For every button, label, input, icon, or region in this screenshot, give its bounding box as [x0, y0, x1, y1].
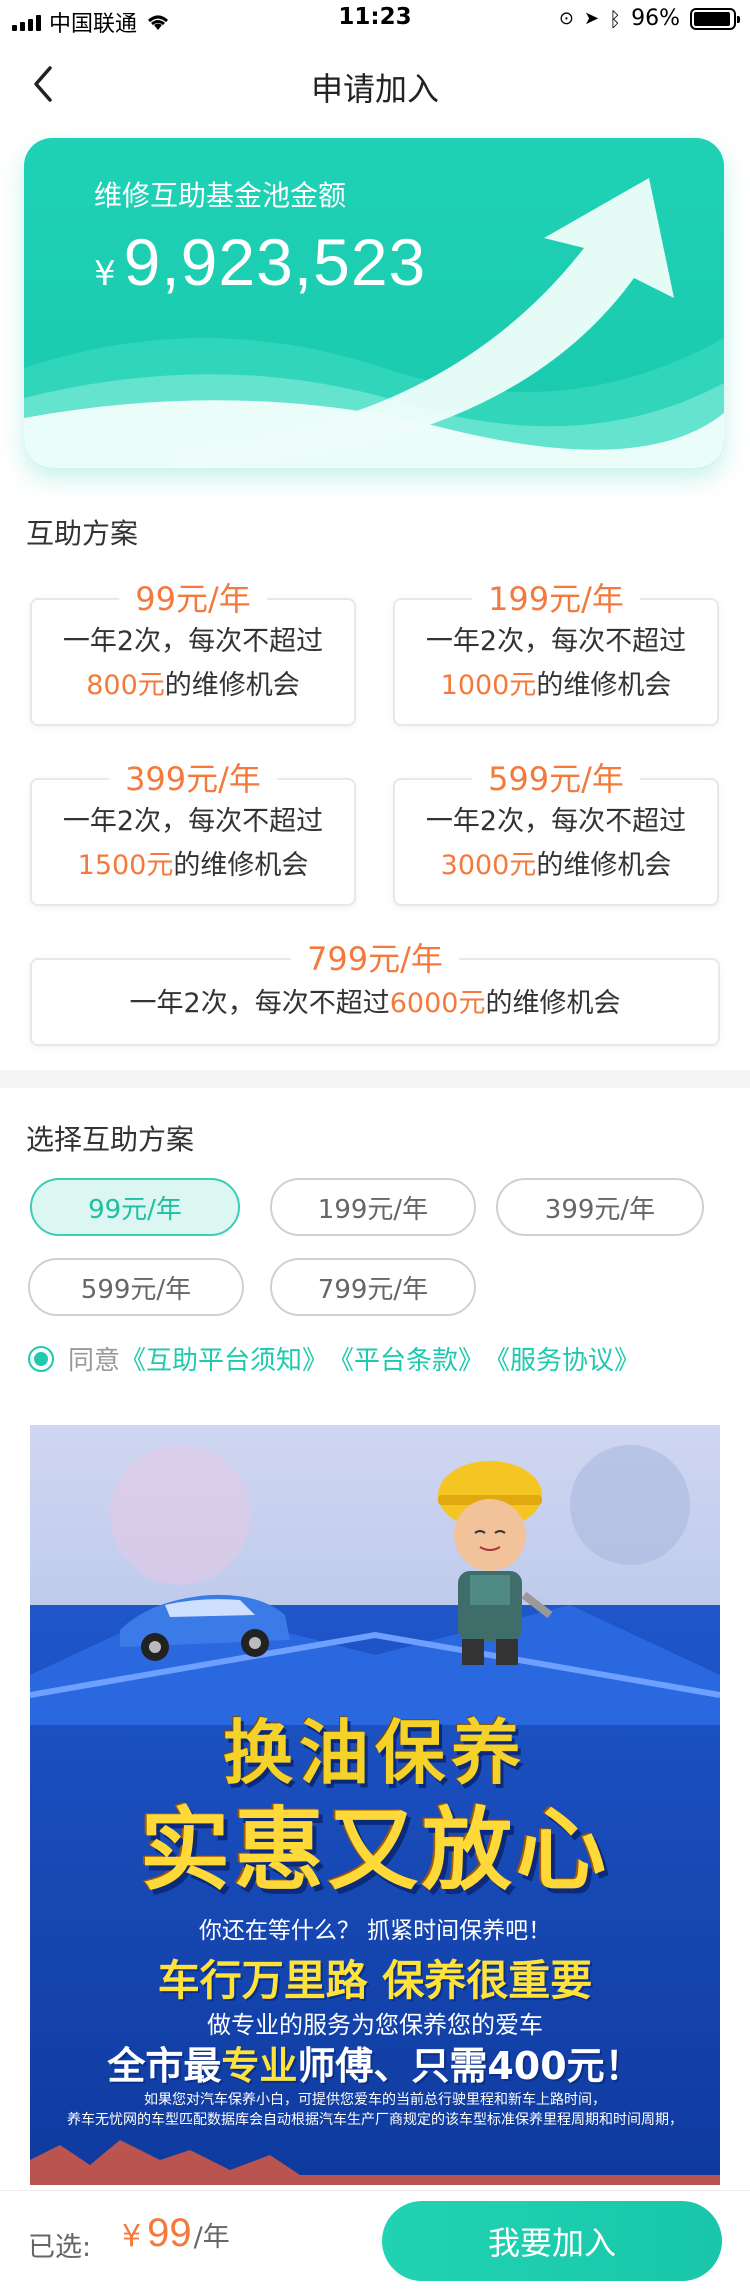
- fund-currency: ¥: [94, 254, 116, 294]
- poster-headline-2: 实惠又放心: [140, 1797, 610, 1903]
- fund-value: 9,923,523: [123, 225, 427, 299]
- location-icon: ➤: [584, 8, 600, 29]
- selected-price: ¥ 99 /年: [122, 2211, 230, 2256]
- plan-suffix: 的维修机会: [485, 988, 621, 1019]
- plan-amount: 6000元: [389, 988, 486, 1019]
- selected-price-value: 99: [147, 2211, 192, 2255]
- section-divider: [0, 1070, 750, 1088]
- plan-card-199: 199元/年 一年2次，每次不超过 1000元的维修机会: [393, 574, 719, 726]
- plan-price: 399元/年: [109, 754, 277, 800]
- plan-price: 599元/年: [472, 754, 640, 800]
- plan-amount: 1000元: [440, 670, 537, 701]
- poster-line-6: 养车无忧网的车型匹配数据库会自动根据汽车生产厂商规定的该车型标准保养里程周期和时…: [67, 2112, 683, 2128]
- nav-bar: 申请加入: [0, 40, 750, 128]
- plan-desc-line1: 一年2次，每次不超过: [62, 626, 324, 657]
- plan-suffix: 的维修机会: [173, 850, 309, 881]
- plan-desc-line1: 一年2次，每次不超过: [425, 806, 687, 837]
- fund-label: 维修互助基金池金额: [94, 179, 347, 212]
- poster-line-5: 如果您对汽车保养小白，可提供您爱车的当前总行驶里程和新车上路时间，: [144, 2092, 606, 2108]
- plan-amount: 1500元: [77, 850, 174, 881]
- plan-desc-line1: 一年2次，每次不超过: [425, 626, 687, 657]
- battery-icon: [690, 7, 740, 30]
- page-title: 申请加入: [310, 70, 439, 108]
- poster-line-1: 你还在等什么？ 抓紧时间保养吧！: [198, 1918, 552, 1944]
- plan-suffix: 的维修机会: [164, 670, 300, 701]
- plan-card-599: 599元/年 一年2次，每次不超过 3000元的维修机会: [393, 754, 719, 906]
- poster-line-4b: 专业: [221, 2044, 298, 2088]
- battery-percent: 96%: [631, 6, 680, 31]
- plan-desc-line2: 800元的维修机会: [32, 664, 354, 708]
- selected-currency: ¥: [122, 2219, 142, 2254]
- bottom-bar: 已选: ¥ 99 /年 我要加入: [0, 2190, 750, 2290]
- status-right: ⊙ ➤ ᛒ 96%: [558, 6, 740, 31]
- plan-card-99: 99元/年 一年2次，每次不超过 800元的维修机会: [30, 574, 356, 726]
- plan-desc-line: 一年2次，每次不超过6000元的维修机会: [32, 982, 718, 1026]
- selected-price-unit: /年: [193, 2222, 230, 2253]
- agree-radio[interactable]: [28, 1345, 54, 1372]
- plan-price: 99元/年: [119, 574, 267, 620]
- poster-line-2: 车行万里路 保养很重要: [157, 1956, 593, 2005]
- join-button[interactable]: 我要加入: [382, 2201, 722, 2281]
- plans-section-title: 互助方案: [26, 517, 139, 550]
- plan-option-399[interactable]: 399元/年: [496, 1178, 704, 1236]
- agreement-row: 同意 《互助平台须知》 《平台条款》 《服务协议》: [28, 1340, 640, 1377]
- plan-option-799[interactable]: 799元/年: [270, 1258, 476, 1316]
- plan-option-599[interactable]: 599元/年: [28, 1258, 244, 1316]
- select-section-title: 选择互助方案: [26, 1123, 195, 1156]
- poster-line-4a: 全市最: [107, 2044, 222, 2088]
- plan-desc-line2: 1000元的维修机会: [395, 664, 717, 708]
- plan-desc-line2: 3000元的维修机会: [395, 844, 717, 888]
- plan-card-799: 799元/年 一年2次，每次不超过6000元的维修机会: [30, 934, 720, 1046]
- plan-suffix: 的维修机会: [536, 670, 672, 701]
- selected-label: 已选:: [28, 2232, 92, 2263]
- orientation-lock-icon: ⊙: [558, 8, 574, 29]
- poster-line-4: 全市最专业师傅、只需400元！: [30, 2035, 720, 2090]
- promo-poster[interactable]: 换油保养 实惠又放心 你还在等什么？ 抓紧时间保养吧！ 车行万里路 保养很重要 …: [30, 1425, 720, 2185]
- plan-option-199[interactable]: 199元/年: [270, 1178, 476, 1236]
- plan-desc-line2: 1500元的维修机会: [32, 844, 354, 888]
- plan-suffix: 的维修机会: [536, 850, 672, 881]
- plan-card-399: 399元/年 一年2次，每次不超过 1500元的维修机会: [30, 754, 356, 906]
- poster-line-4c: 师傅、只需400元！: [297, 2044, 643, 2088]
- plan-amount: 3000元: [440, 850, 537, 881]
- link-platform-terms[interactable]: 《平台条款》: [328, 1340, 484, 1377]
- plan-price: 199元/年: [472, 574, 640, 620]
- status-bar: 中国联通 11:23 ⊙ ➤ ᛒ 96%: [0, 0, 750, 40]
- plan-desc-line1: 一年2次，每次不超过: [129, 988, 390, 1019]
- plan-desc-line1: 一年2次，每次不超过: [62, 806, 324, 837]
- plan-option-99[interactable]: 99元/年: [30, 1178, 240, 1236]
- bluetooth-icon: ᛒ: [609, 6, 622, 31]
- link-platform-notice[interactable]: 《互助平台须知》: [120, 1340, 328, 1377]
- fund-pool-card: 维修互助基金池金额 ¥ 9,923,523: [24, 138, 724, 468]
- agree-prefix: 同意: [68, 1346, 121, 1376]
- link-service-agreement[interactable]: 《服务协议》: [484, 1340, 640, 1377]
- plan-price: 799元/年: [291, 934, 459, 980]
- fund-amount: ¥ 9,923,523: [94, 224, 426, 300]
- plan-amount: 800元: [86, 670, 165, 701]
